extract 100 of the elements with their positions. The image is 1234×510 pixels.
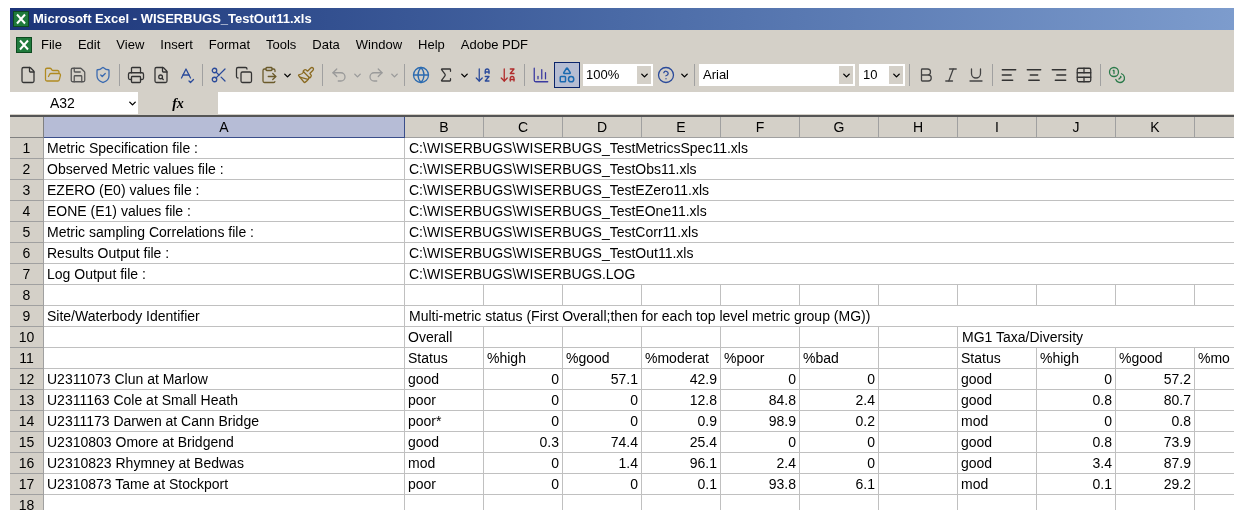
table-cell: C:\WISERBUGS\WISERBUGS_TestMetricsSpec11.xls — [405, 138, 1234, 159]
column-header[interactable]: B — [405, 117, 484, 138]
table-cell: Metric sampling Correlations file : — [44, 222, 405, 243]
row-header[interactable]: 7 — [10, 264, 44, 285]
column-header[interactable]: K — [1116, 117, 1195, 138]
row-header[interactable]: 3 — [10, 180, 44, 201]
row-header[interactable]: 18 — [10, 495, 44, 510]
table-cell: 0 — [484, 390, 563, 411]
column-header[interactable]: G — [800, 117, 879, 138]
menu-item[interactable]: Tools — [259, 32, 304, 57]
table-cell: 0 — [484, 411, 563, 432]
table-cell: EZERO (E0) values file : — [44, 180, 405, 201]
table-cell: 73.9 — [1116, 432, 1195, 453]
table-cell: 2.4 — [800, 390, 879, 411]
table-cell: 0.9 — [642, 411, 721, 432]
table-cell: Site/Waterbody Identifier — [44, 306, 405, 327]
table-cell: 3.4 — [1037, 453, 1116, 474]
table-cell: poor — [405, 474, 484, 495]
row-header[interactable]: 10 — [10, 327, 44, 348]
menu-item[interactable]: Window — [348, 32, 410, 57]
row-header[interactable]: 6 — [10, 243, 44, 264]
menu-item[interactable]: View — [109, 32, 152, 57]
table-cell: 42.9 — [642, 369, 721, 390]
table-cell: 84.8 — [721, 390, 800, 411]
table-cell: %good — [563, 348, 642, 369]
column-header[interactable]: A — [44, 117, 405, 138]
column-header[interactable]: J — [1037, 117, 1116, 138]
table-cell: U2311173 Darwen at Cann Bridge — [44, 411, 405, 432]
table-cell: poor* — [405, 411, 484, 432]
font-size-combo[interactable]: 10 — [859, 64, 905, 86]
table-cell: good — [958, 453, 1037, 474]
table-cell: mod — [958, 411, 1037, 432]
column-header[interactable]: F — [721, 117, 800, 138]
row-header[interactable]: 4 — [10, 201, 44, 222]
table-cell: 0.1 — [1037, 474, 1116, 495]
row-header[interactable]: 13 — [10, 390, 44, 411]
table-cell: U2310803 Omore at Bridgend — [44, 432, 405, 453]
menu-item[interactable]: Data — [305, 32, 347, 57]
table-cell: poor — [405, 390, 484, 411]
column-header[interactable]: H — [879, 117, 958, 138]
zoom-combo[interactable]: 100% — [583, 64, 653, 86]
row-header[interactable]: 16 — [10, 453, 44, 474]
table-cell: Observed Metric values file : — [44, 159, 405, 180]
shapes-icon[interactable] — [554, 62, 580, 88]
name-box[interactable]: A32 — [10, 92, 138, 114]
table-cell: 87.9 — [1116, 453, 1195, 474]
table-cell: 2.4 — [721, 453, 800, 474]
table-cell: Status — [405, 348, 484, 369]
table-cell: 0 — [484, 369, 563, 390]
column-header[interactable]: I — [958, 117, 1037, 138]
table-cell: Overall — [405, 327, 484, 348]
table-cell: Status — [958, 348, 1037, 369]
workbook-icon — [16, 36, 32, 53]
row-header[interactable]: 11 — [10, 348, 44, 369]
menu-item[interactable]: Adobe PDF — [453, 32, 536, 57]
table-cell: %high — [1037, 348, 1116, 369]
table-cell: 0 — [484, 453, 563, 474]
table-cell: 0 — [800, 369, 879, 390]
column-header[interactable]: E — [642, 117, 721, 138]
font-combo[interactable]: Arial — [699, 64, 855, 86]
table-cell: %moderat — [642, 348, 721, 369]
menu-item[interactable]: Edit — [70, 32, 108, 57]
row-header[interactable]: 15 — [10, 432, 44, 453]
function-label[interactable]: fx — [172, 92, 184, 114]
table-cell: 98.9 — [721, 411, 800, 432]
table-cell: good — [405, 369, 484, 390]
table-cell: U2311163 Cole at Small Heath — [44, 390, 405, 411]
row-header[interactable]: 12 — [10, 369, 44, 390]
table-cell: 0.8 — [1116, 411, 1195, 432]
table-cell: mod — [405, 453, 484, 474]
table-cell: 0.8 — [1037, 390, 1116, 411]
table-cell: 0 — [563, 474, 642, 495]
table-cell: 80.7 — [1116, 390, 1195, 411]
row-header[interactable]: 8 — [10, 285, 44, 306]
column-header[interactable]: D — [563, 117, 642, 138]
table-cell: 0.8 — [1037, 432, 1116, 453]
column-header[interactable]: C — [484, 117, 563, 138]
table-cell: good — [958, 432, 1037, 453]
table-cell: 0 — [1037, 411, 1116, 432]
row-header[interactable]: 14 — [10, 411, 44, 432]
table-cell: 74.4 — [563, 432, 642, 453]
table-cell: 0 — [721, 369, 800, 390]
row-header[interactable]: 17 — [10, 474, 44, 495]
table-cell: 96.1 — [642, 453, 721, 474]
row-header[interactable]: 1 — [10, 138, 44, 159]
menu-item[interactable]: Format — [201, 32, 257, 57]
table-cell: 93.8 — [721, 474, 800, 495]
table-cell: C:\WISERBUGS\WISERBUGS_TestEZero11.xls — [405, 180, 1234, 201]
table-cell: 0.3 — [484, 432, 563, 453]
row-header[interactable]: 2 — [10, 159, 44, 180]
table-cell: mod — [958, 474, 1037, 495]
select-all-corner[interactable] — [10, 117, 44, 138]
menu-item[interactable]: Insert — [153, 32, 200, 57]
menu-item[interactable]: Help — [411, 32, 452, 57]
row-header[interactable]: 5 — [10, 222, 44, 243]
row-header[interactable]: 9 — [10, 306, 44, 327]
table-cell: 25.4 — [642, 432, 721, 453]
table-cell: 1.4 — [563, 453, 642, 474]
menu-item[interactable]: File — [34, 32, 69, 57]
table-cell: C:\WISERBUGS\WISERBUGS_TestObs11.xls — [405, 159, 1234, 180]
